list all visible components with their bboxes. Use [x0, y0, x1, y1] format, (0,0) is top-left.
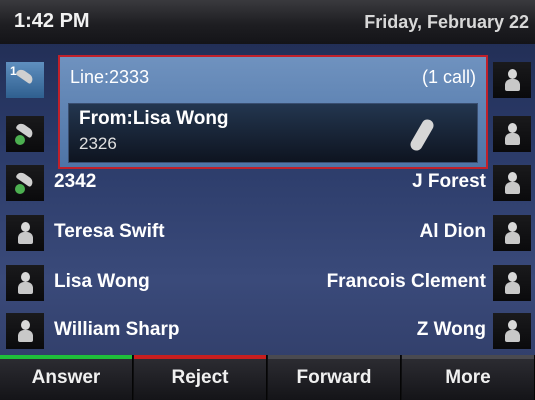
person-icon: [504, 222, 520, 244]
contact-key-6[interactable]: [493, 313, 531, 349]
call-line-bar: Line:2333 (1 call): [60, 57, 486, 99]
person-icon: [504, 320, 520, 342]
handset-icon: [13, 170, 37, 194]
left-label: 2342: [54, 171, 97, 192]
handset-icon: [13, 67, 37, 91]
line-key-3[interactable]: [6, 165, 44, 201]
contact-key-3[interactable]: [493, 165, 531, 201]
reject-button[interactable]: Reject: [134, 355, 267, 400]
person-icon: [504, 172, 520, 194]
right-label: Francois Clement: [326, 271, 486, 292]
line-key-4[interactable]: [6, 215, 44, 251]
line-key-2[interactable]: [6, 116, 44, 152]
incoming-call-popup[interactable]: Line:2333 (1 call) From:Lisa Wong 2326: [58, 55, 488, 169]
handset-icon: [13, 121, 37, 145]
line-key-6[interactable]: [6, 313, 44, 349]
contact-key-5[interactable]: [493, 265, 531, 301]
caller-panel[interactable]: From:Lisa Wong 2326: [68, 103, 478, 163]
left-label: William Sharp: [54, 319, 180, 340]
phone-screen: 1:42 PM Friday, February 22 1 2342 J For…: [0, 0, 535, 400]
person-icon: [504, 272, 520, 294]
contact-key-2[interactable]: [493, 116, 531, 152]
person-icon: [17, 272, 33, 294]
right-label: Z Wong: [416, 319, 486, 340]
person-icon: [17, 320, 33, 342]
contact-key-4[interactable]: [493, 215, 531, 251]
forward-button[interactable]: Forward: [268, 355, 401, 400]
answer-button[interactable]: Answer: [0, 355, 133, 400]
list-item[interactable]: Lisa Wong Francois Clement: [50, 265, 490, 299]
status-bar: 1:42 PM Friday, February 22: [0, 0, 535, 44]
line-key-1[interactable]: 1: [6, 62, 44, 98]
person-icon: [504, 123, 520, 145]
left-label: Teresa Swift: [54, 221, 165, 242]
list-item[interactable]: William Sharp Z Wong: [50, 313, 490, 347]
person-icon: [504, 69, 520, 91]
person-icon: [17, 222, 33, 244]
caller-name: From:Lisa Wong: [79, 108, 229, 129]
right-label: Al Dion: [419, 221, 487, 242]
clock: 1:42 PM: [14, 10, 90, 32]
caller-number: 2326: [79, 134, 117, 153]
list-item[interactable]: 2342 J Forest: [50, 165, 490, 199]
line-label: Line:2333: [70, 67, 150, 87]
left-label: Lisa Wong: [54, 271, 150, 292]
softkey-bar: Answer Reject Forward More: [0, 355, 535, 400]
right-label: J Forest: [412, 171, 486, 192]
more-button[interactable]: More: [402, 355, 535, 400]
contact-key-1[interactable]: [493, 62, 531, 98]
line-key-5[interactable]: [6, 265, 44, 301]
list-item[interactable]: Teresa Swift Al Dion: [50, 215, 490, 249]
call-count: (1 call): [421, 67, 476, 87]
ringing-handset-icon: [407, 114, 443, 154]
date: Friday, February 22: [364, 12, 529, 32]
